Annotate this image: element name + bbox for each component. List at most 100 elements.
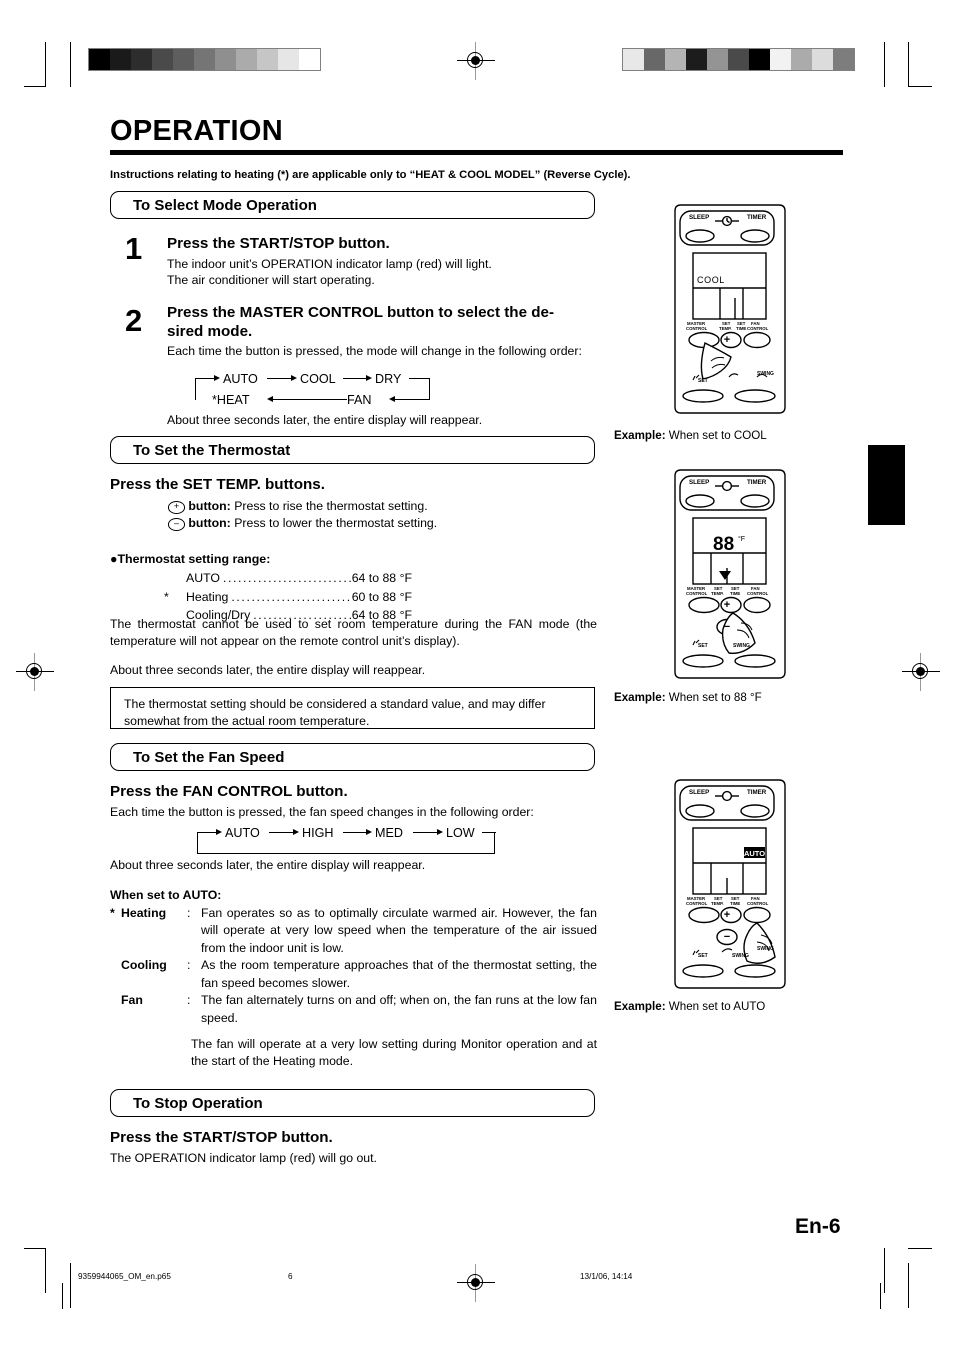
sleep-button bbox=[685, 804, 715, 818]
fan-control-button bbox=[743, 596, 771, 614]
swing-arc-icon bbox=[728, 373, 739, 378]
crop-mark-bottom-left-vertical bbox=[45, 1248, 47, 1293]
crop-mark-top-left-bleed bbox=[70, 42, 72, 87]
section-header-stop-operation: To Stop Operation bbox=[110, 1089, 595, 1117]
fan-flow-arrow-into-low bbox=[437, 829, 443, 835]
swing-arc-icon bbox=[721, 948, 733, 953]
fan-auto-description-table: * Heating : Fan operates so as to optima… bbox=[110, 905, 597, 1027]
mode-flow-right-loop bbox=[429, 378, 431, 400]
lcd-temp-value: 88 bbox=[713, 534, 734, 555]
range-leader-0: ................................ bbox=[222, 571, 352, 585]
fan-flow-right-loop bbox=[494, 832, 496, 854]
grayscale-swatch-9 bbox=[278, 49, 299, 70]
crop-mark-top-left-horizontal bbox=[24, 86, 46, 88]
grayscale-swatch-8 bbox=[257, 49, 278, 70]
page-folio: En-6 bbox=[795, 1215, 841, 1238]
mode-flow-diagram: AUTO COOL DRY *HEAT FAN bbox=[195, 372, 431, 410]
remote-svg-auto: SLEEP TIMER AUTO MASTER CONTROL SET TEMP… bbox=[674, 779, 786, 989]
fan-flow-return-line bbox=[197, 853, 495, 855]
caption-text-temp: When set to 88 °F bbox=[668, 691, 762, 704]
fan-flow-entry-line bbox=[197, 832, 217, 834]
registration-target-bottom bbox=[457, 1264, 495, 1302]
grayscale-swatch-0 bbox=[89, 49, 110, 70]
step-1-heading: Press the START/STOP button. bbox=[167, 235, 390, 252]
grayscale-swatch-10 bbox=[299, 49, 320, 70]
mode-flow-arrow-into-cool bbox=[291, 375, 297, 381]
set-button bbox=[682, 654, 724, 668]
range-name-1: Heating bbox=[186, 589, 229, 604]
timer-label: TIMER bbox=[747, 789, 767, 796]
sleep-button bbox=[685, 229, 715, 243]
plus-glyph: + bbox=[724, 599, 730, 611]
auto-row-colon-1: : bbox=[187, 958, 191, 973]
crop-mark-bottom-left-bleed bbox=[70, 1263, 72, 1308]
fan-flow-arrow-into-high bbox=[293, 829, 299, 835]
mode-flow-entry-line bbox=[195, 378, 215, 380]
mode-flow-arrow-into-auto bbox=[214, 375, 220, 381]
grayscale-calibration-bar-left bbox=[88, 48, 321, 71]
crop-mark-top-left-vertical bbox=[45, 42, 47, 87]
auto-row-text-0: Fan operates so as to optimally circulat… bbox=[201, 906, 597, 955]
grayscale-calibration-bar-right bbox=[622, 48, 855, 71]
thermostat-range-row: * Heating ..............................… bbox=[164, 588, 412, 607]
svg-text:TIME: TIME bbox=[730, 591, 740, 596]
mode-flow-line-heat-fan bbox=[269, 399, 347, 401]
step-1-line-2: The air conditioner will start operating… bbox=[167, 273, 375, 287]
sleep-button bbox=[685, 494, 715, 508]
fan-flow-label-high: HIGH bbox=[302, 826, 334, 840]
fan-auto-title: When set to AUTO: bbox=[110, 888, 222, 902]
clock-icon bbox=[721, 790, 733, 802]
section-header-select-mode-label: To Select Mode Operation bbox=[133, 196, 317, 214]
svg-text:TEMP.: TEMP. bbox=[711, 591, 724, 596]
svg-text:CONTROL: CONTROL bbox=[747, 591, 769, 596]
table-row: * Heating : Fan operates so as to optima… bbox=[110, 905, 597, 957]
section-header-select-mode: To Select Mode Operation bbox=[110, 191, 595, 219]
set-button bbox=[682, 389, 724, 403]
remote-illustration-cool: SLEEP TIMER COOL MASTER CONTROL SET TEMP… bbox=[665, 203, 795, 420]
fan-flow-arrow-into-auto bbox=[216, 829, 222, 835]
step-1-line-1: The indoor unit’s OPERATION indicator la… bbox=[167, 257, 492, 271]
grayscale-swatch-8 bbox=[791, 49, 812, 70]
minus-glyph: − bbox=[724, 931, 730, 943]
mode-flow-label-cool: COOL bbox=[300, 372, 336, 386]
plus-glyph: + bbox=[724, 334, 730, 346]
grayscale-swatch-5 bbox=[728, 49, 749, 70]
mode-flow-line-dry-right bbox=[409, 378, 430, 380]
mode-flow-line-fan-right bbox=[391, 399, 430, 401]
crop-mark-top-right-horizontal bbox=[908, 86, 932, 88]
step-2-line-1: Each time the button is pressed, the mod… bbox=[167, 344, 582, 358]
range-leader-1: ................................ bbox=[231, 589, 352, 604]
fan-control-button bbox=[743, 906, 771, 924]
footer-filename: 9359944065_OM_en.p65 bbox=[78, 1272, 171, 1281]
svg-text:TEMP.: TEMP. bbox=[711, 901, 724, 906]
master-control-button bbox=[688, 906, 720, 924]
hand-pointer-icon bbox=[700, 341, 732, 380]
thermostat-note-box: The thermostat setting should be conside… bbox=[110, 687, 595, 729]
section-header-thermostat: To Set the Thermostat bbox=[110, 436, 595, 464]
fan-flow-left-loop bbox=[197, 832, 199, 854]
swing-label-2: SWING bbox=[757, 946, 774, 952]
plus-glyph: + bbox=[724, 909, 730, 921]
grayscale-swatch-6 bbox=[215, 49, 236, 70]
thumb-index-tab bbox=[868, 445, 905, 525]
intro-note: Instructions relating to heating (*) are… bbox=[110, 169, 631, 181]
fan-flow-label-med: MED bbox=[375, 826, 403, 840]
minus-button-text: Press to lower the thermostat setting. bbox=[234, 516, 438, 530]
sleep-label: SLEEP bbox=[689, 789, 709, 796]
range-star-1: * bbox=[164, 589, 169, 604]
caption-label-temp: Example: bbox=[614, 691, 666, 704]
swing-button bbox=[734, 389, 776, 403]
auto-row-text-1: As the room temperature approaches that … bbox=[201, 958, 597, 990]
step-2-number: 2 bbox=[125, 303, 143, 338]
stop-heading: Press the START/STOP button. bbox=[110, 1129, 333, 1146]
crop-mark-bottom-right-vertical bbox=[884, 1248, 886, 1293]
footer-page-number: 6 bbox=[288, 1272, 293, 1281]
footer-rule-right bbox=[880, 1283, 882, 1309]
set-label: SET bbox=[698, 378, 708, 384]
set-label: SET bbox=[698, 953, 708, 959]
lcd-fan-text: AUTO bbox=[744, 849, 765, 858]
range-value-1: 60 to 88 °F bbox=[351, 589, 412, 604]
thermostat-range-title-label: Thermostat setting range: bbox=[117, 552, 271, 566]
mode-flow-arrow-into-fan bbox=[389, 396, 395, 402]
lcd-mode-text: COOL bbox=[697, 275, 725, 285]
